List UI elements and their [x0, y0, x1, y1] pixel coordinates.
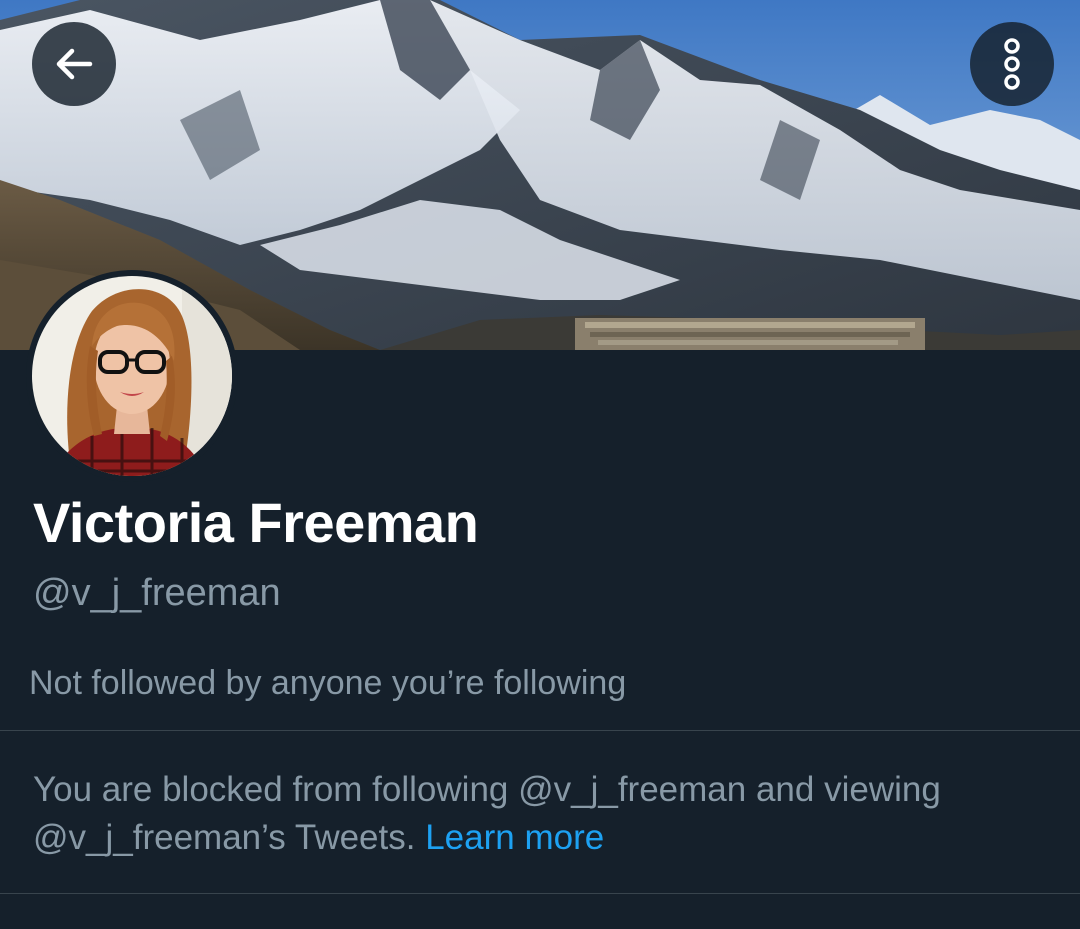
- avatar-photo: [32, 276, 232, 476]
- profile-handle: @v_j_freeman: [33, 572, 281, 614]
- blocked-notice: You are blocked from following @v_j_free…: [33, 766, 1033, 862]
- arrow-left-icon: [56, 48, 93, 80]
- blocked-notice-line2: @v_j_freeman’s Tweets.: [33, 818, 416, 857]
- blocked-notice-line1: You are blocked from following @v_j_free…: [33, 770, 941, 809]
- learn-more-link[interactable]: Learn more: [425, 818, 604, 857]
- back-button[interactable]: [32, 22, 116, 106]
- divider: [0, 893, 1080, 894]
- profile-screen: Victoria Freeman @v_j_freeman Not follow…: [0, 0, 1080, 929]
- divider: [0, 730, 1080, 731]
- more-options-button[interactable]: [970, 22, 1054, 106]
- avatar-portrait: [32, 276, 232, 476]
- followed-by-text: Not followed by anyone you’re following: [29, 664, 627, 702]
- more-vertical-icon: [1004, 38, 1020, 90]
- profile-avatar[interactable]: [26, 270, 238, 482]
- profile-name: Victoria Freeman: [33, 491, 479, 554]
